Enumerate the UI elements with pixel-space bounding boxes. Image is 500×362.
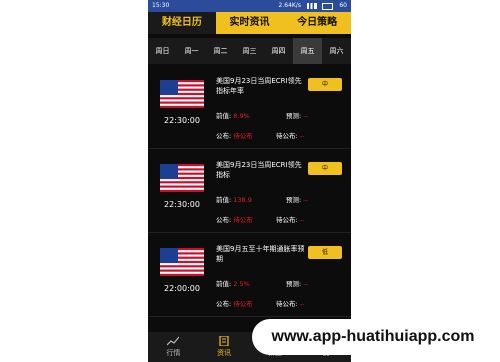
weekday-thu[interactable]: 周四 xyxy=(264,38,293,64)
event-title: 美国9月23日当周ECRI领先指标 xyxy=(216,161,302,179)
pending-label: 待公布: xyxy=(276,216,298,224)
weekday-fri[interactable]: 周五 xyxy=(293,38,322,64)
tab-market-label: 行情 xyxy=(166,349,181,357)
publish-label: 公布: xyxy=(216,216,232,224)
tab-live-news[interactable]: 实时资讯 xyxy=(216,12,284,34)
event-item[interactable]: 22:30:00 美国9月23日当周ECRI领先指标年率 中 前值: 8.9% … xyxy=(148,70,351,149)
status-bar: 15:30 2.64K/s 60 xyxy=(148,0,351,12)
event-row-forecast: 预测: -- xyxy=(286,194,308,204)
battery-icon xyxy=(322,3,333,10)
event-time: 22:30:00 xyxy=(164,200,200,209)
forecast-value: -- xyxy=(303,196,308,204)
event-row-pending: 待公布: -- xyxy=(276,214,304,224)
event-title: 美国9月五至十年期通胀率预期 xyxy=(216,245,305,263)
pending-value: -- xyxy=(299,132,305,140)
event-row-prev: 前值: 8.9% xyxy=(216,110,250,120)
us-flag-icon xyxy=(160,80,204,108)
forecast-label: 预测: xyxy=(286,196,302,204)
event-row-pending: 待公布: -- xyxy=(276,298,304,308)
prev-value: 2.5% xyxy=(233,280,250,288)
prev-value: 8.9% xyxy=(233,112,250,120)
chart-icon xyxy=(167,336,180,346)
event-row-pending: 待公布: -- xyxy=(276,130,304,140)
publish-value: 待公布 xyxy=(233,216,253,224)
tab-calendar[interactable]: 财经日历 xyxy=(148,12,216,34)
prev-label: 前值: xyxy=(216,196,232,204)
tab-daily-strategy[interactable]: 今日策略 xyxy=(283,12,351,34)
prev-label: 前值: xyxy=(216,280,232,288)
forecast-label: 预测: xyxy=(286,280,302,288)
event-time: 22:30:00 xyxy=(164,116,200,125)
weekday-wed[interactable]: 周三 xyxy=(235,38,264,64)
weekday-selector: 周日 周一 周二 周三 周四 周五 周六 xyxy=(148,38,351,64)
watermark-url: www.app-huatihuiapp.com xyxy=(252,319,494,355)
us-flag-icon xyxy=(160,164,204,192)
event-item[interactable]: 22:00:00 美国9月五至十年期通胀率预期 低 前值: 2.5% 预测: -… xyxy=(148,238,351,317)
weekday-mon[interactable]: 周一 xyxy=(177,38,206,64)
status-time: 15:30 xyxy=(152,2,170,9)
forecast-value: -- xyxy=(303,280,308,288)
weekday-tue[interactable]: 周二 xyxy=(206,38,235,64)
us-flag-icon xyxy=(160,248,204,276)
event-row-publish: 公布: 待公布 xyxy=(216,214,253,224)
battery-level: 60 xyxy=(339,2,347,9)
prev-value: 138.9 xyxy=(233,196,252,204)
importance-badge: 低 xyxy=(308,246,342,259)
pending-label: 待公布: xyxy=(276,300,298,308)
publish-label: 公布: xyxy=(216,132,232,140)
document-icon xyxy=(219,336,229,346)
forecast-value: -- xyxy=(303,112,308,120)
prev-label: 前值: xyxy=(216,112,232,120)
tab-market[interactable]: 行情 xyxy=(148,332,199,362)
event-row-publish: 公布: 待公布 xyxy=(216,298,253,308)
event-title: 美国9月23日当周ECRI领先指标年率 xyxy=(216,77,302,95)
event-row-publish: 公布: 待公布 xyxy=(216,130,253,140)
tab-news[interactable]: 资讯 xyxy=(199,332,250,362)
event-item[interactable]: 22:30:00 美国9月23日当周ECRI领先指标 中 前值: 138.9 预… xyxy=(148,154,351,233)
event-row-forecast: 预测: -- xyxy=(286,278,308,288)
importance-badge: 中 xyxy=(308,78,342,91)
publish-label: 公布: xyxy=(216,300,232,308)
pending-label: 待公布: xyxy=(276,132,298,140)
event-row-prev: 前值: 2.5% xyxy=(216,278,250,288)
publish-value: 待公布 xyxy=(233,300,253,308)
tab-news-label: 资讯 xyxy=(217,349,232,357)
importance-badge: 中 xyxy=(308,162,342,175)
publish-value: 待公布 xyxy=(233,132,253,140)
event-row-forecast: 预测: -- xyxy=(286,110,308,120)
phone-screen: 15:30 2.64K/s 60 财经日历 实时资讯 今日策略 周日 周一 周二… xyxy=(148,0,351,362)
pending-value: -- xyxy=(299,216,305,224)
event-time: 22:00:00 xyxy=(164,284,200,293)
event-row-prev: 前值: 138.9 xyxy=(216,194,252,204)
forecast-label: 预测: xyxy=(286,112,302,120)
top-tabs: 财经日历 实时资讯 今日策略 xyxy=(148,12,351,34)
network-speed: 2.64K/s xyxy=(278,2,301,9)
signal-icon xyxy=(307,3,317,9)
weekday-sat[interactable]: 周六 xyxy=(322,38,351,64)
pending-value: -- xyxy=(299,300,305,308)
weekday-sun[interactable]: 周日 xyxy=(148,38,177,64)
